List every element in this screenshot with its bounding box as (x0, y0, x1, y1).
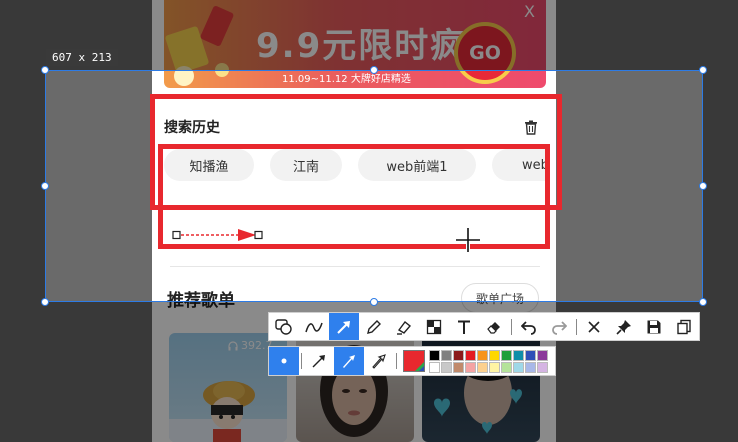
resize-handle-right[interactable] (699, 182, 707, 190)
highlighter-icon (397, 320, 412, 335)
color-swatch[interactable] (537, 349, 548, 361)
resize-handle-bottom-left[interactable] (41, 298, 49, 306)
rectangle-ellipse-icon (275, 318, 292, 335)
close-icon (588, 320, 600, 333)
copy-icon (677, 319, 691, 334)
color-swatch[interactable] (429, 361, 440, 373)
text-icon (458, 320, 470, 334)
color-swatch[interactable] (513, 361, 524, 373)
dot-size-option[interactable] (269, 347, 299, 375)
resize-handle-top[interactable] (370, 66, 378, 74)
resize-handle-top-right[interactable] (699, 66, 707, 74)
color-picker-icon (415, 362, 424, 371)
color-swatch[interactable] (513, 349, 524, 361)
color-swatch[interactable] (489, 361, 500, 373)
annotation-toolbar (268, 312, 700, 341)
dim-overlay-left (0, 70, 45, 302)
resize-handle-bottom[interactable] (370, 298, 378, 306)
solid-arrow-icon (343, 355, 355, 368)
eraser-tool[interactable] (479, 313, 509, 340)
color-swatch[interactable] (501, 361, 512, 373)
freehand-icon (305, 322, 323, 332)
redo-button[interactable] (544, 313, 574, 340)
toolbar-separator (576, 318, 577, 335)
save-icon (647, 320, 661, 333)
color-swatch[interactable] (489, 349, 500, 361)
line-arrow-icon (312, 355, 325, 368)
color-swatch[interactable] (441, 349, 452, 361)
color-swatch[interactable] (441, 361, 452, 373)
text-tool[interactable] (449, 313, 479, 340)
color-palette (429, 349, 548, 373)
mosaic-icon (426, 319, 442, 334)
color-swatch[interactable] (465, 361, 476, 373)
resize-handle-left[interactable] (41, 182, 49, 190)
current-color-swatch[interactable] (403, 350, 425, 372)
crosshair-cursor-icon (456, 228, 480, 252)
line-arrow-option[interactable] (304, 347, 334, 375)
color-swatch[interactable] (453, 349, 464, 361)
cancel-button[interactable] (579, 313, 609, 340)
color-swatch[interactable] (501, 349, 512, 361)
arrow-icon (337, 320, 350, 334)
color-swatch[interactable] (477, 361, 488, 373)
save-button[interactable] (639, 313, 669, 340)
resize-handle-top-left[interactable] (41, 66, 49, 74)
pen-icon (367, 319, 381, 334)
rectangle-ellipse-tool[interactable] (269, 313, 299, 340)
pin-icon (616, 319, 631, 335)
solid-arrow-option[interactable] (334, 347, 364, 375)
undo-button[interactable] (514, 313, 544, 340)
arrow-tool[interactable] (329, 313, 359, 340)
color-swatch[interactable] (429, 349, 440, 361)
color-swatch[interactable] (525, 361, 536, 373)
toolbar-separator (396, 353, 397, 369)
pin-button[interactable] (609, 313, 639, 340)
resize-handle-bottom-right[interactable] (699, 298, 707, 306)
pen-tool[interactable] (359, 313, 389, 340)
annotation-arrow[interactable] (168, 226, 268, 244)
eraser-icon (487, 321, 500, 334)
mosaic-tool[interactable] (419, 313, 449, 340)
color-swatch[interactable] (453, 361, 464, 373)
color-swatch[interactable] (537, 361, 548, 373)
copy-button[interactable] (669, 313, 699, 340)
highlighter-tool[interactable] (389, 313, 419, 340)
freehand-tool[interactable] (299, 313, 329, 340)
redo-icon (552, 320, 567, 335)
undo-icon (521, 320, 536, 335)
selection-size-label: 607 x 213 (46, 49, 118, 66)
color-swatch[interactable] (465, 349, 476, 361)
toolbar-separator (301, 353, 302, 369)
arrow-options-bar (268, 346, 556, 376)
color-swatch[interactable] (477, 349, 488, 361)
toolbar-separator (511, 318, 512, 335)
hollow-arrow-icon (372, 354, 386, 369)
dim-overlay-right (703, 70, 738, 302)
dot-size-icon (281, 358, 287, 364)
hollow-arrow-option[interactable] (364, 347, 394, 375)
color-swatch[interactable] (525, 349, 536, 361)
